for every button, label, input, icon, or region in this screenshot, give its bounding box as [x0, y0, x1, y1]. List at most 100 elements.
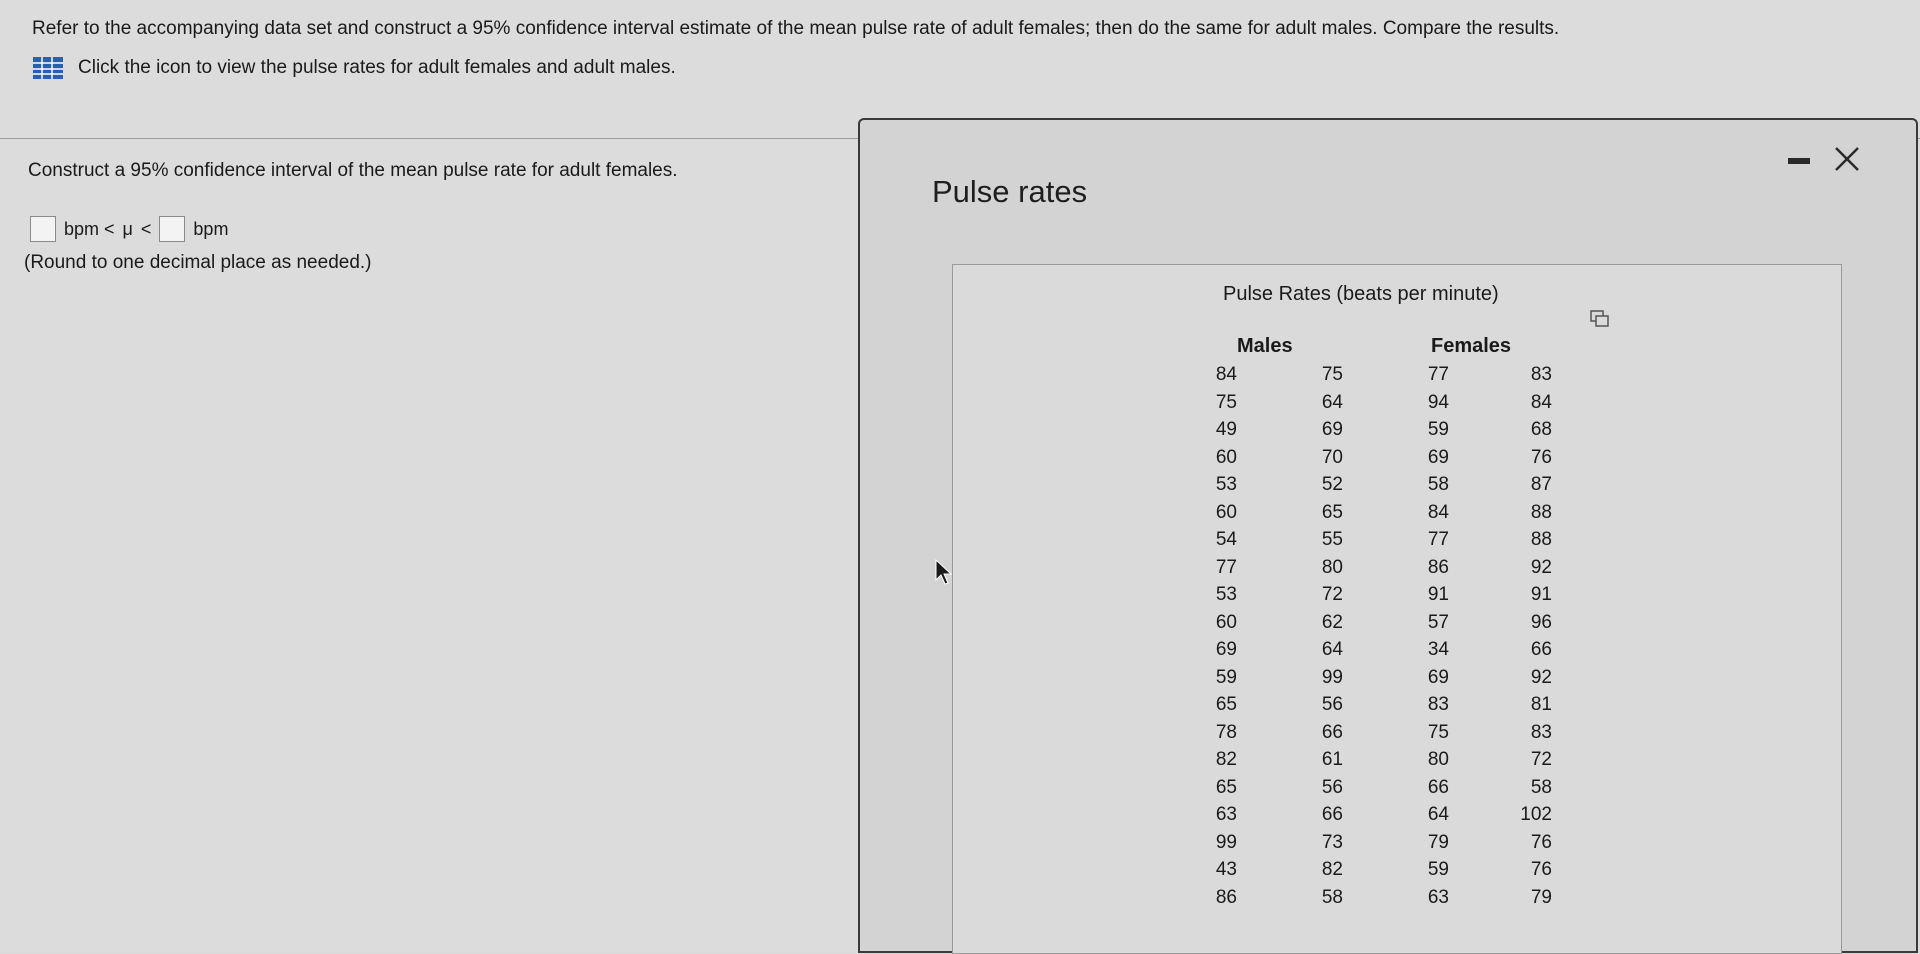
table-cell: 54 — [1215, 529, 1237, 550]
table-cell: 73 — [1321, 831, 1343, 853]
question-text: Refer to the accompanying data set and c… — [32, 18, 1560, 39]
table-cell: 62 — [1321, 611, 1343, 633]
table-cell: 70 — [1321, 446, 1343, 468]
table-cell: 78 — [1215, 721, 1237, 743]
table-cell: 66 — [1321, 721, 1343, 743]
table-cell: 43 — [1215, 859, 1237, 880]
close-icon[interactable] — [1832, 144, 1862, 174]
table-cell: 79 — [1530, 886, 1552, 908]
table-cell: 92 — [1530, 556, 1552, 578]
table-cell: 60 — [1215, 446, 1237, 468]
table-cell: 34 — [1427, 639, 1449, 660]
table-cell: 68 — [1530, 419, 1552, 440]
table-cell: 75 — [1427, 721, 1449, 743]
table-cell: 66 — [1427, 776, 1449, 798]
table-cell: 64 — [1427, 804, 1449, 825]
mouse-cursor-icon — [935, 558, 953, 585]
table-cell: 64 — [1321, 391, 1343, 413]
table-cell: 69 — [1427, 446, 1449, 468]
unit-left: bpm < — [64, 218, 115, 239]
table-cell: 63 — [1215, 804, 1237, 825]
part-prompt: Construct a 95% confidence interval of t… — [28, 160, 678, 181]
table-cell: 58 — [1530, 776, 1552, 798]
males-column-1: 84 75 49 60 53 60 54 77 53 60 69 59 65 78 82 65 63 99 43 86 — [1193, 361, 1237, 911]
table-cell: 91 — [1427, 584, 1449, 605]
table-cell: 86 — [1215, 886, 1237, 908]
round-note: (Round to one decimal place as needed.) — [24, 252, 372, 273]
table-cell: 65 — [1321, 501, 1343, 523]
table-cell: 66 — [1530, 639, 1552, 660]
copy-icon[interactable] — [1589, 309, 1611, 329]
table-cell: 60 — [1215, 611, 1237, 633]
table-cell: 96 — [1530, 611, 1552, 633]
table-cell: 99 — [1321, 666, 1343, 688]
table-cell: 59 — [1427, 859, 1449, 880]
table-cell: 59 — [1215, 666, 1237, 688]
males-header: Males — [1237, 335, 1293, 357]
table-cell: 77 — [1427, 364, 1449, 385]
table-cell: 91 — [1530, 584, 1552, 605]
table-cell: 80 — [1427, 749, 1449, 770]
females-column-1: 77 94 59 69 58 84 77 86 91 57 34 69 83 75 80 66 64 79 59 63 — [1405, 361, 1449, 911]
table-cell: 86 — [1427, 556, 1449, 578]
table-cell: 87 — [1530, 474, 1552, 495]
table-cell: 84 — [1215, 364, 1237, 385]
table-cell: 55 — [1321, 529, 1343, 550]
table-cell: 75 — [1215, 391, 1237, 413]
table-cell: 69 — [1321, 419, 1343, 440]
table-cell: 66 — [1321, 804, 1343, 825]
table-cell: 58 — [1321, 886, 1343, 908]
table-cell: 99 — [1215, 831, 1237, 853]
table-cell: 84 — [1530, 391, 1552, 413]
table-cell: 69 — [1427, 666, 1449, 688]
popup-title: Pulse rates — [932, 174, 1088, 209]
table-cell: 83 — [1530, 364, 1552, 385]
table-cell: 77 — [1215, 556, 1237, 578]
table-cell: 61 — [1321, 749, 1343, 770]
table-cell: 59 — [1427, 419, 1449, 440]
table-cell: 102 — [1520, 804, 1552, 825]
table-cell: 83 — [1427, 694, 1449, 715]
answer-row: bpm < μ < bpm — [30, 216, 228, 242]
hint-text: Click the icon to view the pulse rates f… — [78, 57, 676, 78]
males-column-2: 75 64 69 70 52 65 55 80 72 62 64 99 56 66 61 56 66 73 82 58 — [1299, 361, 1343, 911]
pulse-rates-popup: Pulse rates Pulse Rates (beats per minut… — [858, 118, 1918, 954]
table-cell: 84 — [1427, 501, 1449, 523]
table-cell: 76 — [1530, 859, 1552, 880]
table-cell: 80 — [1321, 556, 1343, 578]
table-cell: 77 — [1427, 529, 1449, 550]
table-cell: 75 — [1321, 364, 1343, 385]
table-cell: 60 — [1215, 501, 1237, 523]
table-cell: 76 — [1530, 446, 1552, 468]
table-cell: 58 — [1427, 474, 1449, 495]
table-caption: Pulse Rates (beats per minute) — [1223, 283, 1499, 305]
table-cell: 72 — [1321, 584, 1343, 605]
table-cell: 57 — [1427, 611, 1449, 633]
table-cell: 56 — [1321, 694, 1343, 715]
females-column-2: 83 84 68 76 87 88 88 92 91 96 66 92 81 83 72 58 102 76 76 7… — [1508, 361, 1552, 911]
data-table-panel: Pulse Rates (beats per minute) Males Fem… — [952, 264, 1842, 954]
table-cell: 94 — [1427, 391, 1449, 413]
grid-icon[interactable] — [32, 56, 64, 80]
table-cell: 56 — [1321, 776, 1343, 798]
lower-bound-input[interactable] — [30, 216, 56, 242]
table-cell: 83 — [1530, 721, 1552, 743]
table-cell: 65 — [1215, 776, 1237, 798]
table-cell: 82 — [1215, 749, 1237, 770]
minimize-icon[interactable] — [1788, 158, 1810, 164]
page: Refer to the accompanying data set and c… — [0, 0, 1920, 954]
upper-bound-input[interactable] — [159, 216, 186, 242]
table-cell: 64 — [1321, 639, 1343, 660]
table-cell: 81 — [1530, 694, 1552, 715]
table-cell: 72 — [1530, 749, 1552, 770]
table-cell: 69 — [1215, 639, 1237, 660]
females-header: Females — [1431, 335, 1512, 357]
table-cell: 49 — [1215, 419, 1237, 440]
mu-symbol: μ — [122, 218, 133, 239]
table-cell: 82 — [1321, 859, 1343, 880]
table-cell: 53 — [1215, 474, 1237, 495]
table-cell: 79 — [1427, 831, 1449, 853]
less-than: < — [140, 218, 152, 239]
unit-right: bpm — [193, 218, 229, 239]
table-cell: 53 — [1215, 584, 1237, 605]
